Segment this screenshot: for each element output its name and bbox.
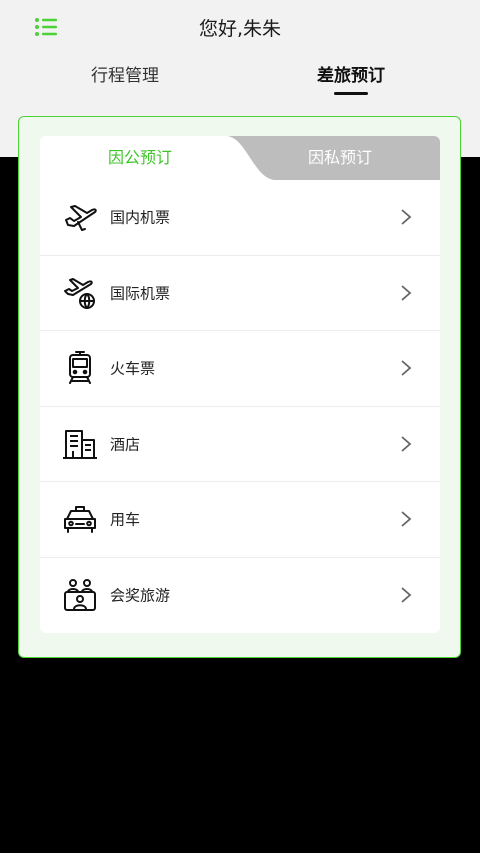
chevron-right-icon [400, 435, 412, 453]
list-item-label: 用车 [110, 510, 141, 529]
chevron-right-icon [400, 359, 412, 377]
list-item-label: 酒店 [110, 435, 141, 454]
chevron-right-icon [400, 586, 412, 604]
greeting-title: 您好,朱朱 [198, 18, 282, 40]
group-tour-icon [61, 576, 99, 614]
airplane-icon [61, 198, 99, 236]
list-item-label: 会奖旅游 [110, 586, 171, 605]
list-item-hotel[interactable]: 酒店 [40, 407, 440, 482]
list-item-car-service[interactable]: 用车 [40, 482, 440, 558]
active-tab-indicator [334, 92, 368, 95]
list-item-international-flight[interactable]: 国际机票 [40, 256, 440, 331]
booking-type-tabs: 因公预订 因私预订 [40, 136, 440, 180]
international-flight-icon [61, 274, 99, 312]
car-icon [61, 500, 99, 538]
list-item-domestic-flight[interactable]: 国内机票 [40, 180, 440, 256]
tab-trip-management[interactable]: 行程管理 [65, 64, 185, 96]
tab-private-booking[interactable]: 因私预订 [260, 136, 420, 180]
booking-list: 国内机票 国际机票 火车票 酒店 用车 会奖旅游 [40, 180, 440, 633]
list-item-label: 火车票 [110, 359, 156, 378]
list-item-train-ticket[interactable]: 火车票 [40, 331, 440, 407]
tab-business-booking[interactable]: 因公预订 [60, 136, 220, 180]
chevron-right-icon [400, 208, 412, 226]
chevron-right-icon [400, 510, 412, 528]
hotel-building-icon [61, 425, 99, 463]
list-item-label: 国内机票 [110, 208, 171, 227]
train-icon [61, 349, 99, 387]
list-item-incentive-tour[interactable]: 会奖旅游 [40, 558, 440, 634]
chevron-right-icon [400, 284, 412, 302]
list-item-label: 国际机票 [110, 284, 171, 303]
booking-card: 因公预订 因私预订 国内机票 国际机票 火车票 酒店 用车 会奖旅游 [40, 136, 440, 633]
